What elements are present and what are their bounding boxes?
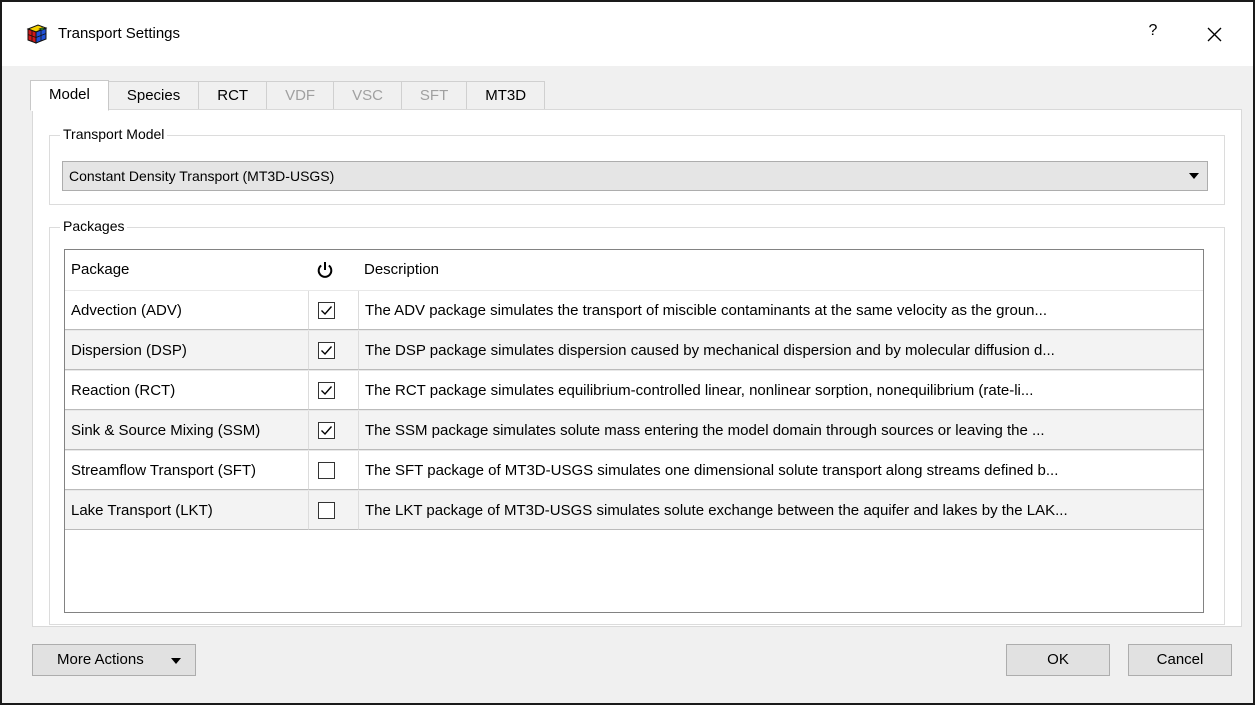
tab-vsc: VSC bbox=[334, 81, 402, 110]
transport-model-value: Constant Density Transport (MT3D-USGS) bbox=[69, 168, 335, 184]
transport-model-label: Transport Model bbox=[60, 126, 168, 142]
close-icon bbox=[1207, 27, 1222, 42]
column-header-description[interactable]: Description bbox=[358, 250, 1203, 290]
tab-mt3d[interactable]: MT3D bbox=[467, 81, 546, 110]
package-enabled-checkbox[interactable] bbox=[318, 382, 335, 399]
package-enabled-checkbox[interactable] bbox=[318, 502, 335, 519]
ok-button[interactable]: OK bbox=[1006, 644, 1110, 676]
more-actions-label: More Actions bbox=[57, 651, 144, 668]
model-tab-panel: Transport Model Constant Density Transpo… bbox=[32, 109, 1242, 627]
packages-group: Packages Package Description Advection (… bbox=[49, 218, 1225, 625]
transport-model-select[interactable]: Constant Density Transport (MT3D-USGS) bbox=[62, 161, 1208, 191]
checkmark-icon bbox=[321, 386, 333, 396]
package-description: The DSP package simulates dispersion cau… bbox=[358, 331, 1203, 370]
table-row[interactable]: Streamflow Transport (SFT) The SFT packag… bbox=[65, 450, 1203, 490]
window-title: Transport Settings bbox=[58, 25, 180, 42]
tab-vdf: VDF bbox=[267, 81, 335, 110]
table-body: Advection (ADV) The ADV package simulates… bbox=[65, 290, 1203, 530]
package-name: Lake Transport (LKT) bbox=[65, 491, 308, 530]
table-row[interactable]: Lake Transport (LKT) The LKT package of M… bbox=[65, 490, 1203, 530]
checkmark-icon bbox=[321, 306, 333, 316]
package-enabled-checkbox[interactable] bbox=[318, 342, 335, 359]
more-actions-button[interactable]: More Actions bbox=[32, 644, 196, 676]
package-enabled-cell bbox=[308, 291, 358, 330]
checkmark-icon bbox=[321, 426, 333, 436]
tab-species[interactable]: Species bbox=[108, 81, 200, 110]
chevron-down-icon bbox=[1189, 173, 1199, 179]
package-enabled-cell bbox=[308, 331, 358, 370]
package-description: The SSM package simulates solute mass en… bbox=[358, 411, 1203, 450]
package-name: Streamflow Transport (SFT) bbox=[65, 451, 308, 490]
power-icon bbox=[317, 262, 333, 278]
package-enabled-checkbox[interactable] bbox=[318, 462, 335, 479]
package-description: The ADV package simulates the transport … bbox=[358, 291, 1203, 330]
transport-settings-dialog: Transport Settings ? Model Species RCT V… bbox=[0, 0, 1255, 705]
table-row[interactable]: Dispersion (DSP) The DSP package simulate… bbox=[65, 330, 1203, 370]
table-row[interactable]: Reaction (RCT) The RCT package simulates … bbox=[65, 370, 1203, 410]
column-header-package[interactable]: Package bbox=[65, 250, 308, 290]
cancel-button[interactable]: Cancel bbox=[1128, 644, 1232, 676]
table-header: Package Description bbox=[65, 250, 1203, 290]
checkmark-icon bbox=[321, 346, 333, 356]
package-name: Advection (ADV) bbox=[65, 291, 308, 330]
package-description: The LKT package of MT3D-USGS simulates s… bbox=[358, 491, 1203, 530]
tab-bar: Model Species RCT VDF VSC SFT MT3D bbox=[30, 80, 546, 111]
column-header-enabled[interactable] bbox=[308, 250, 358, 290]
packages-label: Packages bbox=[60, 218, 128, 234]
tab-sft: SFT bbox=[401, 81, 468, 110]
package-name: Reaction (RCT) bbox=[65, 371, 308, 410]
tab-rct[interactable]: RCT bbox=[199, 81, 268, 110]
packages-table: Package Description Advection (ADV) The A… bbox=[64, 249, 1204, 613]
package-name: Sink & Source Mixing (SSM) bbox=[65, 411, 308, 450]
package-enabled-cell bbox=[308, 491, 358, 530]
package-enabled-cell bbox=[308, 451, 358, 490]
chevron-down-icon bbox=[171, 658, 181, 664]
package-description: The RCT package simulates equilibrium-co… bbox=[358, 371, 1203, 410]
table-row[interactable]: Sink & Source Mixing (SSM) The SSM packag… bbox=[65, 410, 1203, 450]
package-enabled-cell bbox=[308, 371, 358, 410]
app-icon bbox=[26, 24, 48, 44]
package-enabled-checkbox[interactable] bbox=[318, 302, 335, 319]
package-name: Dispersion (DSP) bbox=[65, 331, 308, 370]
table-row[interactable]: Advection (ADV) The ADV package simulates… bbox=[65, 290, 1203, 330]
help-button[interactable]: ? bbox=[1142, 22, 1164, 46]
tab-model[interactable]: Model bbox=[30, 80, 109, 111]
transport-model-group: Transport Model Constant Density Transpo… bbox=[49, 126, 1225, 205]
package-enabled-checkbox[interactable] bbox=[318, 422, 335, 439]
package-enabled-cell bbox=[308, 411, 358, 450]
title-bar: Transport Settings ? bbox=[2, 2, 1253, 66]
close-button[interactable] bbox=[1202, 20, 1228, 48]
package-description: The SFT package of MT3D-USGS simulates o… bbox=[358, 451, 1203, 490]
